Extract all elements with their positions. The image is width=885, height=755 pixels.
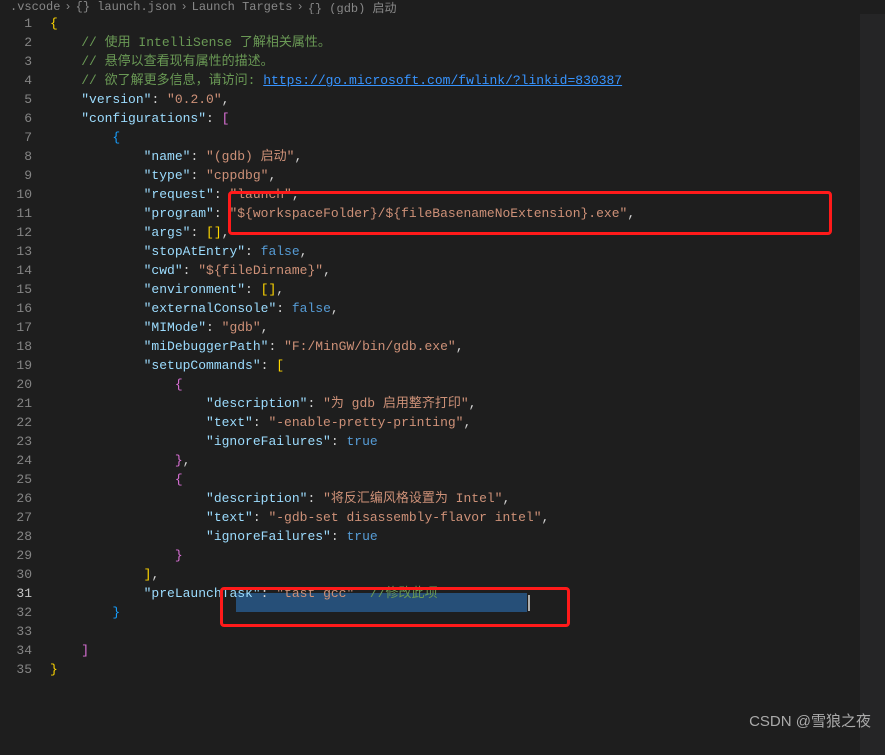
editor[interactable]: 12345 678910 1112131415 1617181920 21222… bbox=[0, 14, 885, 741]
minimap[interactable] bbox=[860, 14, 885, 755]
chevron-right-icon: › bbox=[180, 0, 187, 14]
breadcrumb-path[interactable]: Launch Targets bbox=[192, 0, 293, 14]
chevron-right-icon: › bbox=[64, 0, 71, 14]
code-area[interactable]: { // 使用 IntelliSense 了解相关属性。 // 悬停以查看现有属… bbox=[50, 14, 885, 741]
breadcrumb[interactable]: .vscode › {} launch.json › Launch Target… bbox=[0, 0, 885, 14]
gutter: 12345 678910 1112131415 1617181920 21222… bbox=[0, 14, 50, 741]
breadcrumb-file[interactable]: {} launch.json bbox=[76, 0, 177, 14]
cursor bbox=[528, 595, 530, 611]
chevron-right-icon: › bbox=[296, 0, 303, 14]
breadcrumb-folder[interactable]: .vscode bbox=[10, 0, 60, 14]
breadcrumb-path[interactable]: {} (gdb) 启动 bbox=[308, 0, 397, 14]
watermark: CSDN @雪狼之夜 bbox=[749, 710, 871, 731]
